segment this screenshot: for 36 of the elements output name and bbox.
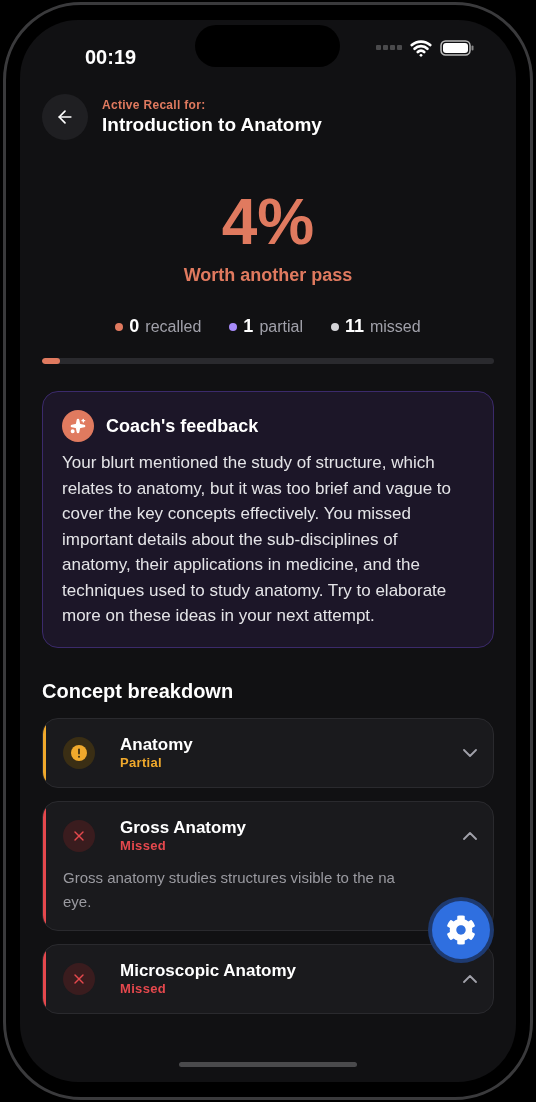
stat-label: partial bbox=[259, 316, 303, 337]
stat-count: 1 bbox=[243, 315, 254, 338]
concept-name: Microscopic Anatomy bbox=[120, 959, 298, 981]
chevron-down-icon bbox=[463, 748, 477, 757]
concept-status: Partial bbox=[120, 755, 164, 772]
concept-description: Gross anatomy studies structures visible to the na bbox=[63, 867, 395, 888]
chevron-up-icon bbox=[463, 974, 477, 983]
feedback-text: Your blurt mentioned the study of structure, which relates to anatomy, but it was too brief and vague to cover the key concepts effectively. You missed important details about the sub-disciplines of anatomy, their applications in medicine, and the techniques used to study anatomy. Try to elaborate more on these ideas in your next attempt. bbox=[62, 452, 453, 627]
header-title: Introduction to Anatomy bbox=[102, 112, 322, 137]
score-percent: 4% bbox=[221, 186, 315, 258]
battery-icon bbox=[440, 40, 474, 56]
stat-label: recalled bbox=[145, 316, 202, 337]
concept-card[interactable]: Gross Anatomy Missed Gross anatomy studies structures visible to the na eye. bbox=[42, 800, 494, 931]
section-heading: Concept breakdown bbox=[42, 678, 235, 704]
stat-label: missed bbox=[370, 316, 421, 337]
warning-icon bbox=[71, 744, 87, 761]
concept-status: Missed bbox=[120, 981, 168, 998]
settings-button[interactable] bbox=[432, 901, 490, 959]
sparkle-icon bbox=[62, 410, 94, 442]
back-button[interactable] bbox=[42, 94, 88, 140]
concept-description: eye. bbox=[63, 891, 92, 912]
concept-name: Gross Anatomy bbox=[120, 816, 247, 838]
stat-count: 0 bbox=[129, 315, 140, 338]
concept-card[interactable]: Microscopic Anatomy Missed bbox=[42, 943, 494, 1014]
signal-icon bbox=[376, 45, 402, 51]
score-verdict: Worth another pass bbox=[183, 264, 353, 287]
wifi-icon bbox=[410, 37, 432, 59]
feedback-title: Coach's feedback bbox=[106, 414, 259, 438]
stat-count: 11 bbox=[344, 315, 364, 338]
status-time: 00:19 bbox=[85, 45, 137, 70]
settings-icon bbox=[446, 915, 476, 945]
concept-name: Anatomy bbox=[120, 733, 194, 755]
header-eyebrow: Active Recall for: bbox=[102, 97, 207, 113]
concept-status: Missed bbox=[120, 838, 168, 855]
concept-card[interactable]: Anatomy Partial bbox=[42, 717, 494, 788]
chevron-up-icon bbox=[463, 831, 477, 840]
